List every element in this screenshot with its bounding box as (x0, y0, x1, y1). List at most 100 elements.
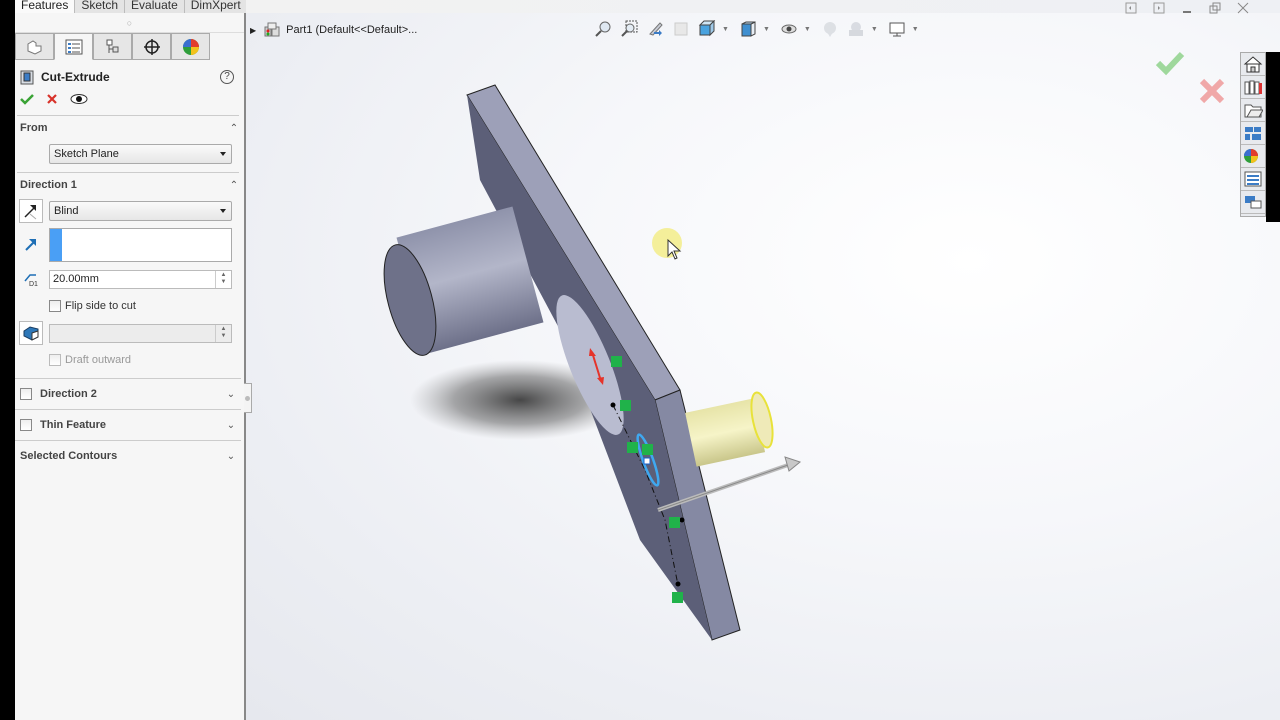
view-orientation-icon[interactable] (696, 18, 718, 40)
from-section-title: From (20, 122, 48, 134)
part-model[interactable] (246, 13, 1280, 720)
tab-features[interactable]: Features (15, 0, 76, 14)
feature-manager-tab[interactable] (15, 33, 54, 60)
thin-feature-section[interactable]: Thin Feature ⌄ (15, 409, 241, 440)
forum-icon[interactable] (1241, 191, 1265, 214)
expand-arrow-icon[interactable]: ▶ (250, 26, 256, 35)
hide-show-items-icon[interactable] (778, 18, 800, 40)
right-screen-border (1266, 52, 1280, 222)
confirm-cancel-button[interactable] (1199, 78, 1225, 107)
chevron-down-icon[interactable]: ⌄ (226, 420, 236, 431)
feature-tree-flyout[interactable]: ▶ Part1 (Default<<Default>... (250, 20, 417, 40)
checkmark-icon (20, 93, 34, 105)
start-condition-select[interactable]: Sketch Plane (49, 144, 232, 164)
ok-button[interactable] (20, 93, 34, 108)
from-section-header[interactable]: From ⌃ (15, 116, 244, 140)
display-style-dropdown[interactable]: ▼ (763, 26, 770, 33)
chevron-up-icon[interactable]: ⌃ (229, 180, 239, 191)
view-orientation-dropdown[interactable]: ▼ (722, 26, 729, 33)
tab-evaluate[interactable]: Evaluate (125, 0, 185, 14)
start-condition-value: Sketch Plane (54, 148, 119, 160)
direction-selection-box[interactable] (49, 228, 232, 262)
manager-tabs (15, 33, 244, 61)
direction1-section-title: Direction 1 (20, 179, 77, 191)
part-name[interactable]: Part1 (Default<<Default>... (286, 24, 417, 36)
tab-dimxpert[interactable]: DimXpert (184, 0, 248, 14)
view-settings-dropdown[interactable]: ▼ (912, 26, 919, 33)
section-view-icon[interactable] (670, 18, 692, 40)
reverse-direction-button[interactable] (19, 199, 43, 223)
configuration-manager-tab[interactable] (93, 33, 132, 60)
tile-left-icon[interactable] (1124, 1, 1138, 15)
splitter-grip-icon (245, 395, 250, 401)
depth-icon: D1 (19, 267, 43, 291)
cancel-button[interactable] (46, 93, 58, 108)
custom-properties-icon[interactable] (1241, 168, 1265, 191)
selected-contours-section[interactable]: Selected Contours ⌄ (15, 440, 241, 471)
end-condition-select[interactable]: Blind (49, 201, 232, 221)
flip-side-label: Flip side to cut (65, 300, 136, 312)
direction2-checkbox[interactable] (20, 388, 32, 400)
eye-icon (70, 93, 88, 104)
design-library-icon[interactable] (1241, 76, 1265, 99)
dimxpert-manager-icon (143, 38, 160, 55)
restore-icon[interactable] (1208, 1, 1222, 15)
display-manager-tab[interactable] (171, 33, 210, 60)
zoom-to-area-icon[interactable] (618, 18, 640, 40)
direction2-title: Direction 2 (40, 388, 97, 400)
confirm-ok-button[interactable] (1155, 50, 1185, 79)
graphics-area[interactable] (246, 13, 1280, 720)
tile-right-icon[interactable] (1152, 1, 1166, 15)
appearances-scenes-icon[interactable] (1241, 145, 1265, 168)
tab-sketch[interactable]: Sketch (75, 0, 126, 14)
depth-input[interactable]: 20.00mm ▲ ▼ (49, 269, 232, 289)
panel-splitter[interactable] (244, 383, 252, 413)
cut-extrude-icon (19, 69, 35, 85)
feature-title-row: Cut-Extrude ? (15, 65, 244, 89)
chevron-down-icon[interactable]: ⌄ (226, 451, 236, 462)
sketch-handle[interactable] (643, 457, 651, 465)
previous-view-icon[interactable] (644, 18, 666, 40)
sketch-point (610, 402, 616, 408)
view-palette-icon[interactable] (1241, 122, 1265, 145)
minimize-icon[interactable] (1180, 1, 1194, 15)
depth-spinner[interactable]: ▲ ▼ (215, 270, 231, 288)
apply-scene-dropdown[interactable]: ▼ (871, 26, 878, 33)
dropdown-arrow-icon (220, 152, 226, 156)
depth-row: D1 20.00mm ▲ ▼ (15, 265, 244, 293)
zoom-to-fit-icon[interactable] (592, 18, 614, 40)
thin-feature-title: Thin Feature (40, 419, 107, 431)
direction-of-extrusion-icon (19, 233, 43, 257)
hide-show-dropdown[interactable]: ▼ (804, 26, 811, 33)
help-button[interactable]: ? (220, 70, 234, 84)
direction2-section[interactable]: Direction 2 ⌄ (15, 378, 241, 409)
view-settings-icon[interactable] (886, 18, 908, 40)
file-explorer-icon[interactable] (1241, 99, 1265, 122)
solidworks-resources-icon[interactable] (1241, 53, 1265, 76)
property-manager-actions (15, 89, 244, 111)
draft-on-off-button[interactable] (19, 321, 43, 345)
display-style-icon[interactable] (737, 18, 759, 40)
cursor-highlight (652, 228, 682, 258)
checkbox-box[interactable] (49, 300, 61, 312)
chevron-down-icon[interactable]: ⌄ (226, 389, 236, 400)
draft-outward-checkbox[interactable]: Draft outward (15, 347, 244, 373)
detailed-preview-button[interactable] (70, 93, 88, 108)
draft-angle-input[interactable]: ▲ ▼ (49, 323, 232, 343)
panel-drag-handle[interactable]: ○ (15, 13, 244, 33)
edit-appearance-icon[interactable] (819, 18, 841, 40)
checkbox-box[interactable] (49, 354, 61, 366)
apply-scene-icon[interactable] (845, 18, 867, 40)
draft-row: ▲ ▼ (15, 319, 244, 347)
configuration-manager-icon (106, 39, 118, 53)
dimxpert-manager-tab[interactable] (132, 33, 171, 60)
thin-feature-checkbox[interactable] (20, 419, 32, 431)
property-manager-tab[interactable] (54, 33, 93, 60)
end-condition-row: Blind (15, 197, 244, 225)
direction1-section-header[interactable]: Direction 1 ⌃ (15, 173, 244, 197)
draft-spinner[interactable]: ▲ ▼ (215, 324, 231, 342)
chevron-up-icon[interactable]: ⌃ (229, 123, 239, 134)
task-pane (1240, 52, 1266, 217)
flip-side-to-cut-checkbox[interactable]: Flip side to cut (15, 293, 244, 319)
close-icon[interactable] (1236, 1, 1250, 15)
